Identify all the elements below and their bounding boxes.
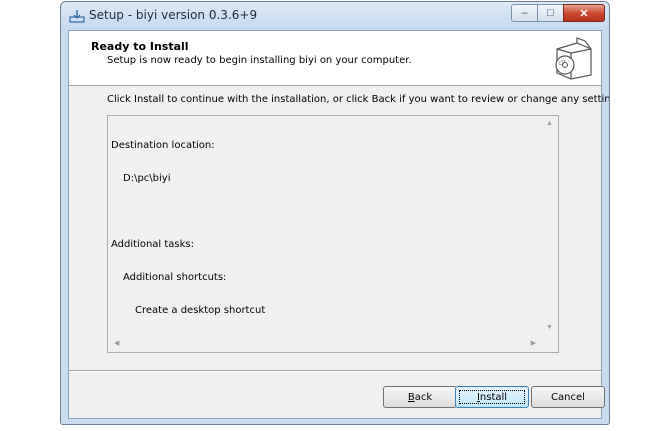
destination-label: Destination location:: [111, 140, 215, 151]
cancel-button[interactable]: Cancel: [531, 386, 605, 408]
ready-memo[interactable]: Destination location: D:\pc\biyi Additio…: [107, 115, 559, 353]
cancel-label: Cancel: [551, 391, 585, 403]
minimize-button[interactable]: –: [511, 4, 537, 22]
page-subtitle: Setup is now ready to begin installing b…: [107, 55, 412, 66]
setup-box-cd-icon: CD: [555, 37, 592, 80]
page-title: Ready to Install: [91, 40, 189, 53]
shortcuts-label: Additional shortcuts:: [123, 272, 227, 283]
scroll-down-icon[interactable]: ▼: [546, 324, 553, 331]
caption-buttons: – □ ✕: [511, 4, 605, 22]
vertical-scrollbar[interactable]: ▲ ▼: [541, 116, 558, 335]
install-instruction: Click Install to continue with the insta…: [107, 94, 610, 105]
wizard-header: Ready to Install Setup is now ready to b…: [69, 31, 601, 86]
scroll-right-icon[interactable]: ▶: [531, 339, 536, 347]
maximize-button[interactable]: □: [537, 4, 563, 22]
back-hotkey: B: [407, 391, 415, 403]
wizard-client-area: Ready to Install Setup is now ready to b…: [68, 30, 609, 419]
back-label-rest: ack: [414, 391, 433, 403]
memo-content: Destination location: D:\pc\biyi Additio…: [111, 118, 265, 338]
install-button[interactable]: Install: [455, 386, 529, 408]
window-title: Setup - biyi version 0.3.6+9: [89, 8, 258, 22]
scroll-left-icon[interactable]: ◀: [114, 339, 119, 347]
setup-window: Setup - biyi version 0.3.6+9 – □ ✕ Ready…: [60, 1, 610, 425]
bottom-divider: [69, 370, 601, 372]
back-button[interactable]: Back: [383, 386, 457, 408]
tasks-label: Additional tasks:: [111, 239, 195, 250]
destination-value: D:\pc\biyi: [123, 173, 171, 184]
horizontal-scrollbar[interactable]: ◀ ▶: [108, 335, 541, 352]
shortcut-item: Create a desktop shortcut: [135, 305, 266, 316]
memo-spacer: [111, 206, 265, 217]
close-button[interactable]: ✕: [563, 4, 605, 22]
title-bar[interactable]: Setup - biyi version 0.3.6+9 – □ ✕: [61, 2, 609, 30]
scroll-up-icon[interactable]: ▲: [546, 120, 553, 127]
setup-app-icon: [69, 10, 85, 23]
focus-rect: [459, 390, 525, 404]
